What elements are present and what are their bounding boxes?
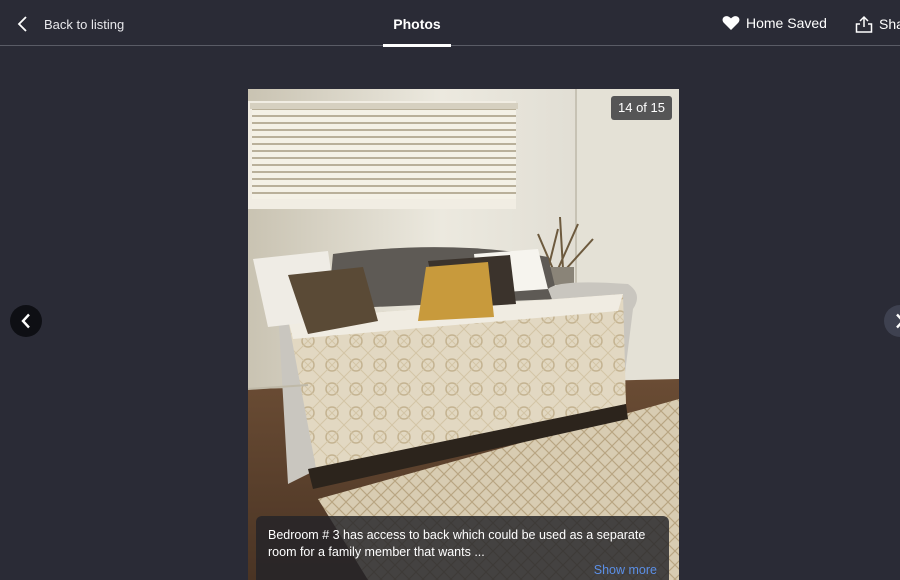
listing-photo: 14 of 15 Bedroom # 3 has access to back …: [248, 89, 679, 580]
chevron-left-icon: [21, 313, 30, 329]
bedroom-photo-image: [248, 89, 679, 580]
chevron-left-icon: [17, 16, 27, 32]
heart-icon: [722, 16, 740, 30]
back-to-listing-link[interactable]: Back to listing: [16, 14, 124, 34]
tab-photos-label: Photos: [393, 16, 441, 32]
show-more-link[interactable]: Show more: [594, 563, 657, 577]
home-saved-label: Home Saved: [746, 15, 827, 31]
home-saved-button[interactable]: Home Saved: [722, 15, 827, 31]
top-bar: Back to listing Photos Home Saved Share: [0, 0, 900, 47]
share-button[interactable]: Share: [855, 15, 900, 33]
previous-photo-button[interactable]: [10, 305, 42, 337]
share-icon: [855, 15, 873, 33]
back-label: Back to listing: [44, 16, 125, 32]
caption-text: Bedroom # 3 has access to back which cou…: [268, 528, 646, 559]
tab-photos[interactable]: Photos: [383, 0, 451, 47]
share-label: Share: [879, 16, 900, 32]
photo-counter: 14 of 15: [611, 96, 672, 120]
next-photo-button[interactable]: [884, 305, 900, 337]
photo-caption: Bedroom # 3 has access to back which cou…: [256, 516, 669, 580]
chevron-right-icon: [896, 313, 900, 329]
active-tab-indicator: [383, 44, 451, 47]
